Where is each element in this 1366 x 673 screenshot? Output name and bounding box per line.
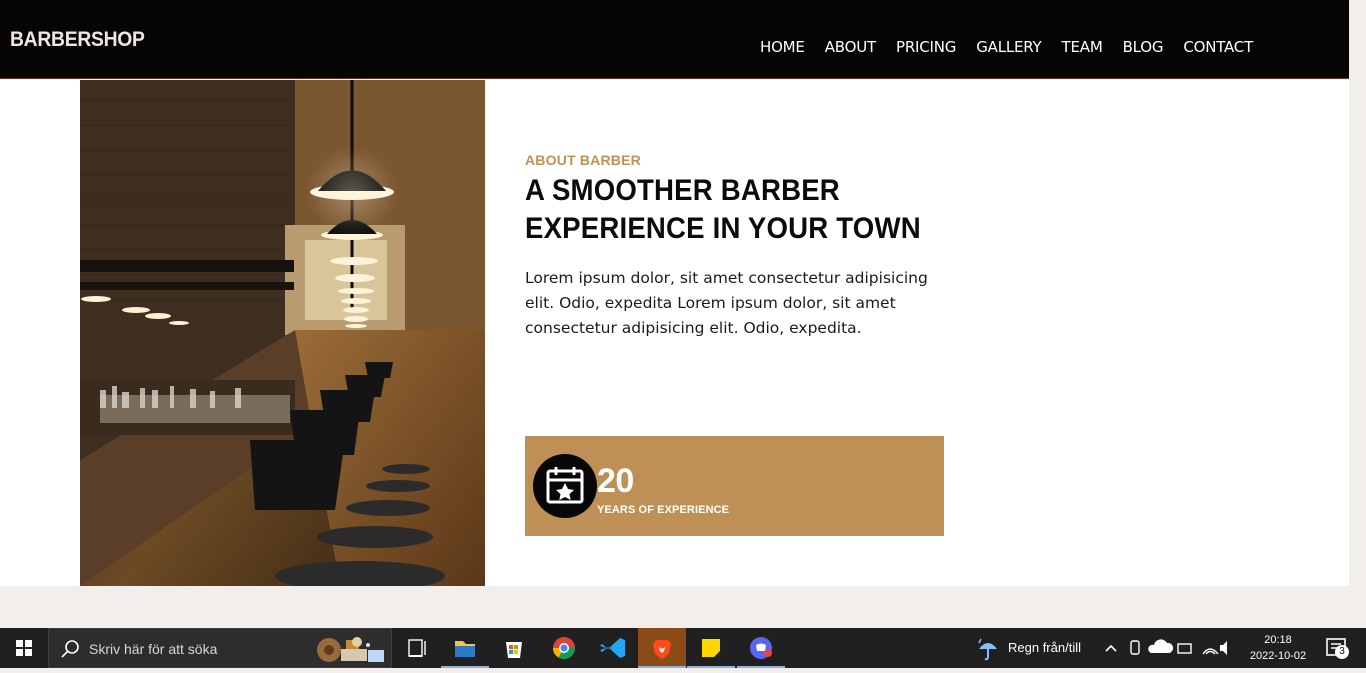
microsoft-store-taskbar-button[interactable] — [490, 628, 538, 668]
task-view-icon — [408, 639, 426, 657]
microsoft-store-icon — [506, 642, 522, 658]
vscode-icon — [600, 638, 625, 658]
clock-date: 2022-10-02 — [1249, 650, 1307, 662]
task-view-button[interactable] — [392, 628, 440, 668]
discord-taskbar-button[interactable] — [737, 628, 785, 668]
calendar-star-icon — [533, 454, 597, 518]
meet-now-icon — [1130, 640, 1140, 655]
taskbar-clock[interactable]: 20:18 2022-10-02 — [1248, 632, 1308, 664]
wifi-icon — [1202, 648, 1219, 655]
browser-viewport: BARBERSHOP HOME ABOUT PRICING GALLERY TE… — [0, 0, 1349, 628]
search-icon — [61, 640, 79, 658]
nav-home[interactable]: HOME — [760, 38, 805, 56]
barbershop-photo — [80, 80, 485, 586]
search-highlight-illustration-icon — [317, 637, 384, 662]
about-description: Lorem ipsum dolor, sit amet consectetur … — [525, 269, 928, 337]
about-content: ABOUT BARBER A SMOOTHER BARBER EXPERIENC… — [525, 152, 955, 341]
brave-taskbar-button[interactable] — [638, 628, 686, 668]
vscode-taskbar-button[interactable] — [589, 628, 637, 668]
about-heading: A SMOOTHER BARBER EXPERIENCE IN YOUR TOW… — [525, 172, 957, 248]
experience-years-number: 20 — [597, 462, 634, 500]
section-eyebrow: ABOUT BARBER — [525, 152, 641, 168]
calendar-star-glyph — [546, 467, 584, 504]
file-explorer-taskbar-button[interactable] — [441, 628, 489, 668]
speaker-muted-icon — [1220, 641, 1227, 655]
battery-icon — [1177, 643, 1192, 654]
rain-umbrella-icon — [978, 638, 997, 661]
chrome-icon — [553, 637, 575, 659]
search-placeholder: Skriv här för att söka — [89, 641, 218, 657]
windows-logo-icon — [16, 640, 32, 656]
chrome-taskbar-button[interactable] — [540, 628, 588, 668]
weather-widget[interactable]: Regn från/till — [975, 638, 1097, 661]
experience-stat-card: 20 YEARS OF EXPERIENCE — [525, 436, 944, 536]
onedrive-cloud-icon — [1148, 639, 1174, 653]
heading-line-1: A SMOOTHER BARBER — [525, 174, 840, 207]
weather-text: Regn från/till — [1008, 640, 1081, 655]
folder-icon — [455, 641, 475, 657]
heading-line-2: EXPERIENCE IN YOUR TOWN — [525, 212, 921, 245]
clock-time: 20:18 — [1264, 634, 1292, 646]
brave-icon — [653, 640, 671, 659]
windows-start-button[interactable] — [0, 628, 48, 668]
sticky-notes-taskbar-button[interactable] — [687, 628, 735, 668]
discord-icon — [750, 637, 772, 659]
sticky-notes-icon — [702, 639, 720, 657]
system-tray-icons[interactable] — [1098, 628, 1228, 668]
site-navbar: BARBERSHOP HOME ABOUT PRICING GALLERY TE… — [0, 0, 1349, 79]
notification-count-badge: 3 — [1335, 645, 1349, 659]
about-section: ABOUT BARBER A SMOOTHER BARBER EXPERIENC… — [0, 80, 1349, 586]
main-navigation: HOME ABOUT PRICING GALLERY TEAM BLOG CON… — [760, 38, 1273, 56]
nav-team[interactable]: TEAM — [1062, 38, 1103, 56]
nav-about[interactable]: ABOUT — [825, 38, 876, 56]
experience-years-label: YEARS OF EXPERIENCE — [597, 504, 730, 516]
nav-gallery[interactable]: GALLERY — [976, 38, 1042, 56]
barbershop-interior-image — [80, 80, 485, 586]
taskbar-search-box[interactable]: Skriv här för att söka — [48, 628, 392, 668]
nav-pricing[interactable]: PRICING — [896, 38, 956, 56]
notifications-button[interactable]: 3 — [1325, 637, 1349, 659]
windows-taskbar: Skriv här för att söka Regn från/till 20… — [0, 628, 1366, 668]
chevron-up-icon — [1105, 644, 1117, 652]
nav-blog[interactable]: BLOG — [1123, 38, 1164, 56]
nav-contact[interactable]: CONTACT — [1183, 38, 1253, 56]
brand-logo[interactable]: BARBERSHOP — [10, 28, 145, 52]
